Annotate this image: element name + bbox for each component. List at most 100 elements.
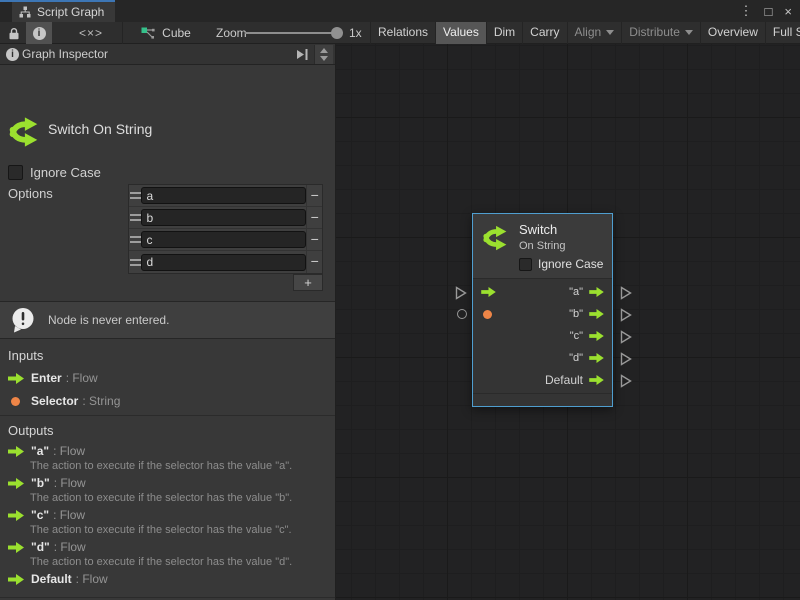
outer-flow-port-icon[interactable]: [620, 308, 632, 322]
section-divider: [0, 415, 335, 416]
flow-arrow-icon: [8, 542, 24, 553]
dock-panel-icon[interactable]: [297, 49, 309, 60]
flow-arrow-icon: [8, 478, 24, 489]
option-row: −: [129, 207, 322, 229]
script-graph-asset-icon: [141, 27, 155, 40]
outer-flow-port-icon[interactable]: [455, 286, 467, 300]
relations-button[interactable]: Relations: [370, 22, 435, 44]
zoom-label: Zoom: [216, 26, 247, 40]
warning-box: Node is never entered.: [0, 301, 335, 339]
output-port-c: "c" : Flow: [8, 508, 85, 522]
values-button[interactable]: Values: [435, 22, 486, 44]
panel-scroll-spinner[interactable]: [314, 45, 333, 64]
zoom-slider[interactable]: [245, 32, 339, 34]
chevron-down-icon: [320, 56, 328, 61]
flow-arrow-icon: [8, 510, 24, 521]
breadcrumb[interactable]: Cube: [136, 22, 196, 44]
warning-text: Node is never entered.: [48, 313, 169, 327]
remove-option-button[interactable]: −: [306, 251, 322, 273]
chevron-down-icon: [685, 30, 693, 35]
remove-option-button[interactable]: −: [306, 229, 322, 251]
edit-script-button[interactable]: <×>: [70, 22, 112, 44]
ignore-case-label: Ignore Case: [30, 165, 101, 180]
warning-bubble-icon: [10, 307, 37, 334]
fullscreen-button[interactable]: Full Screen: [765, 22, 800, 44]
output-port-default: Default : Flow: [8, 572, 108, 586]
section-divider: [0, 597, 335, 598]
node-row-default: Default: [473, 369, 612, 391]
enter-port-icon[interactable]: [481, 287, 496, 297]
add-option-button[interactable]: +: [293, 274, 323, 291]
flow-port-icon[interactable]: [589, 309, 604, 319]
align-dropdown[interactable]: Align: [567, 22, 622, 44]
option-input[interactable]: [141, 254, 306, 271]
inspector-toggle-button[interactable]: i: [26, 22, 52, 44]
option-row: −: [129, 229, 322, 251]
distribute-dropdown[interactable]: Distribute: [621, 22, 700, 44]
flow-port-icon[interactable]: [589, 375, 604, 385]
lock-icon: [8, 27, 20, 40]
input-port-selector: Selector : String: [8, 394, 120, 408]
graph-inspector-header: i Graph Inspector: [0, 44, 335, 65]
node-footer: [473, 393, 612, 406]
drag-handle-icon[interactable]: [129, 192, 141, 199]
overview-button[interactable]: Overview: [700, 22, 765, 44]
window-menu-icon[interactable]: ⋮: [740, 3, 753, 19]
option-input[interactable]: [141, 187, 306, 204]
breadcrumb-label: Cube: [162, 26, 191, 40]
port-label: "a": [569, 286, 583, 298]
script-graph-window: Script Graph ⋮ □ × i <×>: [0, 0, 800, 600]
flow-port-icon[interactable]: [589, 331, 604, 341]
port-label: "d": [569, 352, 583, 364]
dim-button[interactable]: Dim: [486, 22, 522, 44]
ignore-case-checkbox[interactable]: [519, 258, 532, 271]
close-icon[interactable]: ×: [784, 4, 792, 19]
tab-label: Script Graph: [37, 5, 104, 19]
window-controls: ⋮ □ ×: [740, 0, 792, 22]
drag-handle-icon[interactable]: [129, 236, 141, 243]
outer-flow-port-icon[interactable]: [620, 352, 632, 366]
output-port-d: "d" : Flow: [8, 540, 86, 554]
tab-script-graph[interactable]: Script Graph: [12, 2, 115, 22]
chevron-down-icon: [606, 30, 614, 35]
option-input[interactable]: [141, 231, 306, 248]
outer-flow-port-icon[interactable]: [620, 374, 632, 388]
node-titles: Switch On String: [519, 222, 565, 252]
toolbar-buttons: Relations Values Dim Carry Align Distrib…: [370, 22, 800, 44]
ignore-case-checkbox[interactable]: [8, 165, 23, 180]
node-body: "a" "b" "c" "d": [473, 279, 612, 393]
switch-unit-icon: [482, 223, 512, 253]
option-input[interactable]: [141, 209, 306, 226]
lock-button[interactable]: [2, 22, 26, 44]
carry-button[interactable]: Carry: [522, 22, 566, 44]
maximize-icon[interactable]: □: [765, 4, 773, 19]
node-header[interactable]: Switch On String Ignore Case: [473, 214, 612, 279]
drag-handle-icon[interactable]: [129, 214, 141, 221]
ignore-case-field: Ignore Case: [8, 165, 101, 180]
outer-flow-port-icon[interactable]: [620, 330, 632, 344]
outer-flow-port-icon[interactable]: [620, 286, 632, 300]
switch-on-string-node[interactable]: Switch On String Ignore Case "a": [472, 213, 613, 407]
flow-port-icon[interactable]: [589, 353, 604, 363]
outer-value-port-icon[interactable]: [457, 309, 467, 319]
string-value-icon: [11, 397, 20, 406]
option-row: −: [129, 251, 322, 273]
flow-arrow-icon: [8, 574, 24, 585]
tab-bar: Script Graph ⋮ □ ×: [0, 0, 800, 22]
zoom-slider-handle[interactable]: [331, 27, 343, 39]
options-label: Options: [8, 186, 53, 201]
graph-inspector-title: Graph Inspector: [22, 47, 108, 61]
remove-option-button[interactable]: −: [306, 185, 322, 207]
selector-port-icon[interactable]: [483, 310, 492, 319]
drag-handle-icon[interactable]: [129, 259, 141, 266]
output-port-a-description: The action to execute if the selector ha…: [30, 460, 292, 472]
chevron-up-icon: [320, 48, 328, 53]
input-port-enter: Enter : Flow: [8, 371, 98, 385]
graph-canvas[interactable]: Switch On String Ignore Case "a": [336, 44, 800, 600]
node-row-b: "b": [473, 303, 612, 325]
option-row: −: [129, 185, 322, 207]
code-icon: <×>: [79, 26, 103, 40]
remove-option-button[interactable]: −: [306, 207, 322, 229]
flow-port-icon[interactable]: [589, 287, 604, 297]
output-port-d-description: The action to execute if the selector ha…: [30, 556, 292, 568]
